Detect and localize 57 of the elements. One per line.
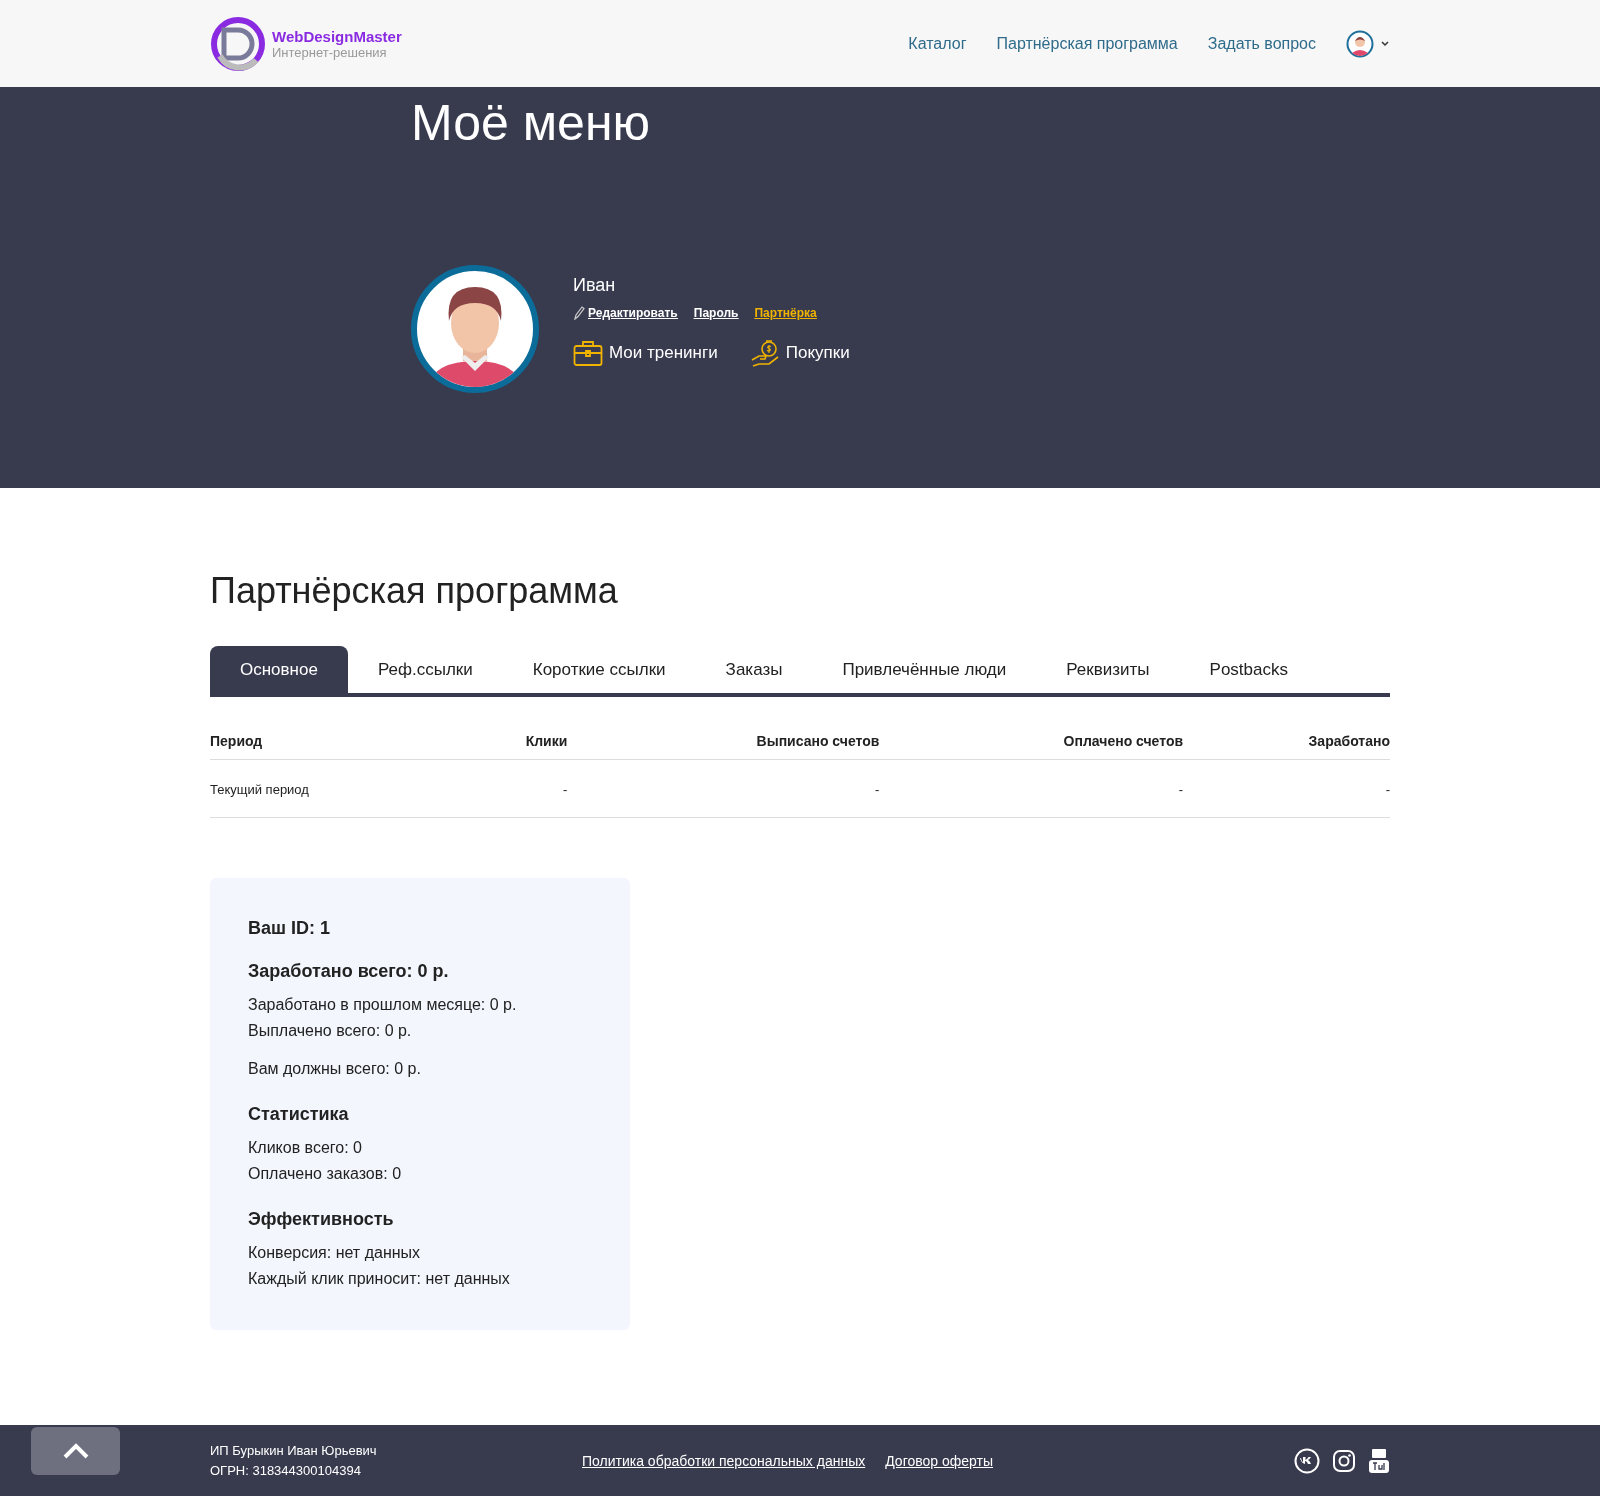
table-cell: - <box>1178 782 1184 797</box>
profile-action-link[interactable]: Мои тренинги <box>573 338 718 368</box>
summary-line: Оплачено заказов: 0 <box>248 1164 403 1184</box>
summary-heading: Заработано всего: 0 р. <box>248 961 450 982</box>
profile-link[interactable]: Редактировать <box>573 306 678 320</box>
tab[interactable]: Заказы <box>695 646 813 693</box>
tab[interactable]: Реф.ссылки <box>347 646 503 693</box>
tab[interactable]: Postbacks <box>1179 646 1318 693</box>
nav-link[interactable]: Партнёрская программа <box>996 34 1178 53</box>
profile-link[interactable]: Партнёрка <box>754 306 817 320</box>
company-info: ИП Бурыкин Иван Юрьевич <box>210 1441 378 1460</box>
column-header: Оплачено счетов <box>879 733 1184 760</box>
summary-line: Вам должны всего: 0 р. <box>248 1059 422 1079</box>
scroll-top-button[interactable] <box>31 1427 120 1475</box>
tab[interactable]: Основное <box>210 646 348 693</box>
summary-heading: Ваш ID: 1 <box>248 918 332 939</box>
pencil-icon <box>573 306 585 320</box>
camera-icon[interactable] <box>1332 1448 1356 1473</box>
tab[interactable]: Привлечённые люди <box>812 646 1037 693</box>
summary-heading: Эффективность <box>248 1209 395 1230</box>
column-header: Заработано <box>1183 733 1390 760</box>
summary-line: Выплачено всего: 0 р. <box>248 1021 413 1041</box>
table-cell: - <box>875 782 880 797</box>
profile-link[interactable]: Пароль <box>693 306 739 320</box>
logo-tagline: Интернет-решения <box>272 44 387 60</box>
nav-link[interactable]: Каталог <box>908 34 967 53</box>
section-title: Партнёрская программа <box>210 570 619 612</box>
footer-link[interactable]: Договор оферты <box>885 1452 994 1469</box>
footer-link[interactable]: Политика обработки персональных данных <box>582 1452 866 1469</box>
summary-line: Кликов всего: 0 <box>248 1138 363 1158</box>
summary-line: Заработано в прошлом месяце: 0 р. <box>248 995 518 1015</box>
video-icon[interactable] <box>1368 1447 1390 1474</box>
user-menu-button[interactable] <box>1346 29 1390 58</box>
avatar-icon <box>1346 29 1374 58</box>
column-header: Выписано счетов <box>567 733 880 760</box>
summary-heading: Статистика <box>248 1104 350 1125</box>
user-name: Иван <box>573 275 617 296</box>
vk-icon[interactable] <box>1294 1447 1320 1474</box>
column-header: Клики <box>461 733 568 760</box>
table-cell: - <box>562 782 568 797</box>
tab[interactable]: Реквизиты <box>1036 646 1180 693</box>
money-bag-hand-icon <box>749 338 780 368</box>
logo-name: WebDesignMaster <box>272 27 402 45</box>
summary-line: Каждый клик приносит: нет данных <box>248 1269 511 1289</box>
profile-action-link[interactable]: Покупки <box>749 338 850 368</box>
table-cell: - <box>1385 782 1390 797</box>
column-header: Период <box>210 733 462 760</box>
briefcase-icon <box>573 339 603 367</box>
tab[interactable]: Короткие ссылки <box>502 646 696 693</box>
table-cell: Текущий период <box>210 782 309 797</box>
chevron-down-icon <box>1380 39 1390 48</box>
company-info: ОГРН: 318344300104394 <box>210 1461 362 1480</box>
nav-link[interactable]: Задать вопрос <box>1207 34 1316 53</box>
logo-icon <box>210 15 266 72</box>
chevron-up-icon <box>61 1442 90 1460</box>
page-title: Моё меню <box>411 94 651 153</box>
summary-line: Конверсия: нет данных <box>248 1243 422 1263</box>
